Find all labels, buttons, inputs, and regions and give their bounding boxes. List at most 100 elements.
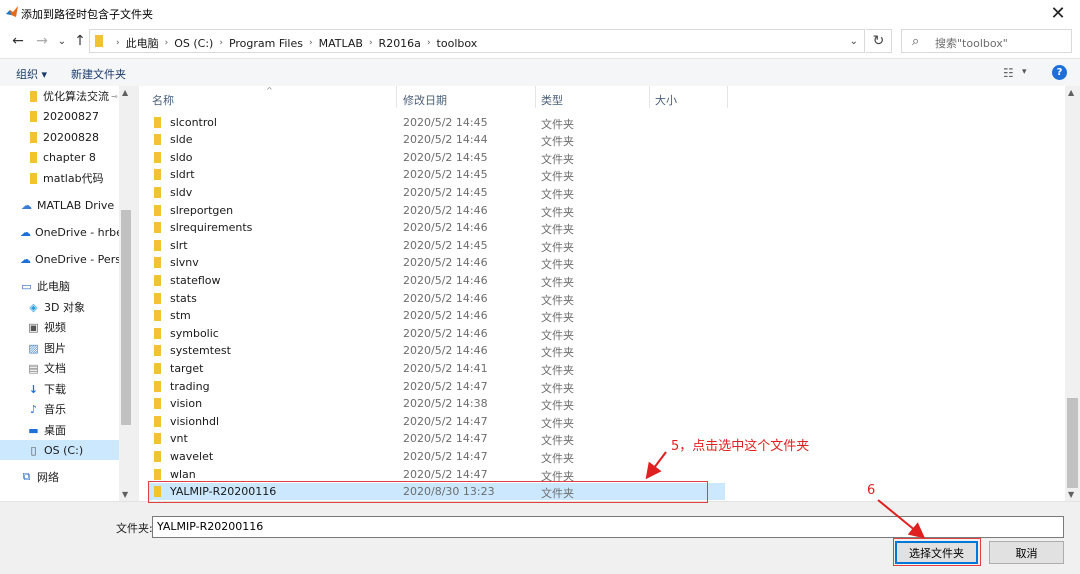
sidebar-item-documents[interactable]: ▤ 文档 — [0, 358, 119, 378]
sidebar-item-onedrive-hrbeu[interactable]: ☁ OneDrive - hrbeu — [0, 222, 119, 242]
scroll-down-icon[interactable]: ▼ — [1068, 490, 1074, 499]
table-row[interactable]: slcontrol 2020/5/2 14:45 文件夹 — [148, 114, 725, 131]
up-button[interactable]: ↑ — [70, 31, 90, 51]
breadcrumb-separator: › — [116, 38, 120, 48]
file-date: 2020/5/2 14:47 — [403, 380, 488, 393]
annotation-step-5: 5，点击选中这个文件夹 — [671, 439, 810, 454]
table-row[interactable]: wlan 2020/5/2 14:47 文件夹 — [148, 466, 725, 483]
folder-name-field[interactable]: YALMIP-R20200116 — [152, 516, 1064, 538]
table-row[interactable]: sldo 2020/5/2 14:45 文件夹 — [148, 149, 725, 166]
table-row[interactable]: slvnv 2020/5/2 14:46 文件夹 — [148, 254, 725, 271]
navigation-pane: 优化算法交流 ⊸ 20200827 20200828 chapter 8 mat… — [0, 86, 119, 501]
table-row[interactable]: wavelet 2020/5/2 14:47 文件夹 — [148, 448, 725, 465]
sidebar-item-label: 下载 — [44, 383, 66, 396]
table-row-selected[interactable]: YALMIP-R20200116 2020/8/30 13:23 文件夹 — [148, 483, 725, 500]
select-folder-button[interactable]: 选择文件夹 — [895, 541, 978, 564]
view-options-icon[interactable]: ☷ — [1003, 66, 1014, 80]
column-header-size[interactable]: 大小 — [655, 92, 677, 108]
file-type: 文件夹 — [541, 241, 574, 254]
column-header-type[interactable]: 类型 — [541, 92, 563, 108]
sidebar-item-this-pc[interactable]: ▭ 此电脑 — [0, 276, 119, 296]
sidebar-item-pictures[interactable]: ▨ 图片 — [0, 338, 119, 358]
pin-icon: ⊸ — [111, 91, 118, 101]
breadcrumb-item[interactable]: 此电脑 — [126, 35, 159, 51]
table-row[interactable]: vision 2020/5/2 14:38 文件夹 — [148, 395, 725, 412]
scroll-up-icon[interactable]: ▲ — [122, 88, 128, 97]
table-row[interactable]: systemtest 2020/5/2 14:46 文件夹 — [148, 342, 725, 359]
sidebar-item-folder[interactable]: chapter 8 — [0, 147, 119, 167]
sidebar-item-desktop[interactable]: ▬ 桌面 — [0, 420, 119, 440]
search-input[interactable]: ⌕ 搜索"toolbox" — [901, 29, 1072, 53]
scroll-down-icon[interactable]: ▼ — [122, 490, 128, 499]
chevron-down-icon[interactable]: ⌄ — [850, 36, 858, 47]
sidebar-item-label: MATLAB Drive — [37, 198, 115, 212]
chevron-down-icon[interactable]: ▾ — [1022, 67, 1027, 77]
file-type: 文件夹 — [541, 276, 574, 289]
refresh-button[interactable]: ↻ — [866, 29, 892, 53]
file-name: sldrt — [170, 168, 195, 181]
sidebar-item-downloads[interactable]: ↓ 下载 — [0, 379, 119, 399]
help-icon[interactable]: ? — [1052, 65, 1067, 80]
scroll-up-icon[interactable]: ▲ — [1068, 88, 1074, 97]
sidebar-item-folder[interactable]: 20200828 — [0, 127, 119, 147]
sidebar-item-os-c[interactable]: ▯ OS (C:) — [0, 440, 119, 460]
sidebar-item-folder[interactable]: matlab代码 — [0, 168, 119, 188]
sidebar-scrollbar-thumb[interactable] — [121, 210, 131, 425]
table-row[interactable]: slrequirements 2020/5/2 14:46 文件夹 — [148, 219, 725, 236]
table-row[interactable]: trading 2020/5/2 14:47 文件夹 — [148, 378, 725, 395]
file-name: YALMIP-R20200116 — [170, 485, 277, 498]
back-button[interactable]: ← — [8, 31, 28, 51]
sidebar-item-music[interactable]: ♪ 音乐 — [0, 399, 119, 419]
folder-icon — [154, 134, 161, 145]
file-list-scrollbar-thumb[interactable] — [1067, 398, 1078, 488]
document-icon: ▤ — [28, 361, 39, 375]
column-divider[interactable] — [396, 86, 397, 108]
table-row[interactable]: stm 2020/5/2 14:46 文件夹 — [148, 307, 725, 324]
column-divider[interactable] — [535, 86, 536, 108]
folder-icon — [154, 205, 161, 216]
file-name: systemtest — [170, 344, 231, 357]
forward-button[interactable]: → — [32, 31, 52, 51]
recent-locations-button[interactable]: ⌄ — [52, 31, 72, 51]
breadcrumb-item[interactable]: Program Files — [229, 37, 303, 50]
column-header-date[interactable]: 修改日期 — [403, 92, 447, 108]
table-row[interactable]: stateflow 2020/5/2 14:46 文件夹 — [148, 272, 725, 289]
sidebar-item-matlab-drive[interactable]: ☁ MATLAB Drive — [0, 195, 119, 215]
close-icon[interactable]: ✕ — [1036, 0, 1080, 26]
new-folder-button[interactable]: 新建文件夹 — [71, 66, 126, 82]
breadcrumb-item[interactable]: MATLAB — [319, 37, 363, 50]
table-row[interactable]: stats 2020/5/2 14:46 文件夹 — [148, 290, 725, 307]
organize-menu[interactable]: 组织 ▾ — [16, 66, 47, 82]
column-divider[interactable] — [727, 86, 728, 108]
file-type: 文件夹 — [541, 258, 574, 271]
table-row[interactable]: vnt 2020/5/2 14:47 文件夹 — [148, 430, 725, 447]
cloud-icon: ☁ — [21, 198, 32, 212]
table-row[interactable]: slreportgen 2020/5/2 14:46 文件夹 — [148, 202, 725, 219]
table-row[interactable]: slrt 2020/5/2 14:45 文件夹 — [148, 237, 725, 254]
table-row[interactable]: symbolic 2020/5/2 14:46 文件夹 — [148, 325, 725, 342]
folder-icon — [154, 451, 161, 462]
table-row[interactable]: target 2020/5/2 14:41 文件夹 — [148, 360, 725, 377]
sidebar-item-folder[interactable]: 20200827 — [0, 106, 119, 126]
folder-icon — [154, 328, 161, 339]
breadcrumb-item[interactable]: R2016a — [379, 37, 421, 50]
sidebar-item-label: 20200828 — [43, 130, 99, 144]
breadcrumb-separator: › — [219, 38, 223, 48]
sidebar-item-onedrive-personal[interactable]: ☁ OneDrive - Perso — [0, 249, 119, 269]
table-row[interactable]: slde 2020/5/2 14:44 文件夹 — [148, 131, 725, 148]
sidebar-item-network[interactable]: ⧉ 网络 — [0, 467, 119, 487]
cancel-button[interactable]: 取消 — [989, 541, 1064, 564]
cloud-icon: ☁ — [20, 225, 31, 239]
address-bar[interactable]: › 此电脑 › OS (C:) › Program Files › MATLAB… — [89, 29, 865, 53]
column-divider[interactable] — [649, 86, 650, 108]
folder-icon — [154, 398, 161, 409]
table-row[interactable]: visionhdl 2020/5/2 14:47 文件夹 — [148, 413, 725, 430]
sidebar-item-videos[interactable]: ▣ 视频 — [0, 317, 119, 337]
breadcrumb-item[interactable]: OS (C:) — [174, 37, 213, 50]
breadcrumb-item[interactable]: toolbox — [437, 37, 478, 50]
sidebar-item-folder[interactable]: 优化算法交流 ⊸ — [0, 86, 119, 106]
table-row[interactable]: sldrt 2020/5/2 14:45 文件夹 — [148, 166, 725, 183]
column-header-name[interactable]: 名称 — [152, 92, 174, 108]
table-row[interactable]: sldv 2020/5/2 14:45 文件夹 — [148, 184, 725, 201]
sidebar-item-3d-objects[interactable]: ◈ 3D 对象 — [0, 297, 119, 317]
